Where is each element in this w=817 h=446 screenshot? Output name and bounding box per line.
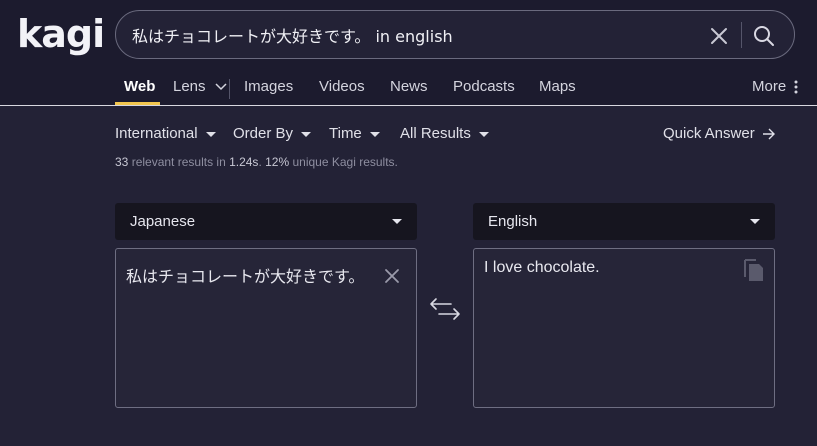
unique-pct: 12% <box>265 155 290 169</box>
filter-region[interactable]: International <box>115 125 216 142</box>
stats-relevant-text: relevant results in <box>128 155 230 169</box>
search-time: 1.24s <box>229 155 259 169</box>
tab-maps[interactable]: Maps <box>539 78 576 95</box>
filter-results[interactable]: All Results <box>400 125 489 142</box>
search-box <box>115 10 795 59</box>
chevron-down-icon <box>215 83 227 91</box>
active-tab-indicator <box>115 102 160 105</box>
caret-down-icon <box>301 131 312 137</box>
search-separator <box>741 22 742 48</box>
stats-unique-text: unique Kagi results. <box>289 155 398 169</box>
target-language-select[interactable]: English <box>473 203 775 240</box>
dropdown-arrow-icon <box>750 219 760 224</box>
search-icon[interactable] <box>752 24 776 48</box>
copy-icon[interactable] <box>742 257 766 283</box>
result-stats: 33 relevant results in 1.24s. 12% unique… <box>115 155 398 169</box>
target-text-area: I love chocolate. <box>473 248 775 408</box>
source-language-label: Japanese <box>130 213 196 230</box>
caret-down-icon <box>369 131 380 137</box>
tab-videos[interactable]: Videos <box>319 78 365 95</box>
translated-text: I love chocolate. <box>484 259 600 276</box>
tab-divider <box>229 79 230 99</box>
swap-languages-icon[interactable] <box>429 296 461 322</box>
kebab-icon <box>794 80 798 94</box>
caret-down-icon <box>478 131 489 137</box>
kagi-logo[interactable]: kagi <box>17 14 105 54</box>
quick-answer-label: Quick Answer <box>663 125 755 142</box>
tab-lens-label: Lens <box>173 78 206 95</box>
filter-time[interactable]: Time <box>329 125 380 142</box>
quick-answer-button[interactable]: Quick Answer <box>663 125 776 142</box>
header: kagi Web Lens Images Videos News Podcast… <box>0 0 817 106</box>
dropdown-arrow-icon <box>392 219 402 224</box>
source-text: 私はチョコレートが大好きです。 <box>126 267 365 286</box>
source-language-select[interactable]: Japanese <box>115 203 417 240</box>
filter-time-label: Time <box>329 125 362 142</box>
tab-images[interactable]: Images <box>244 78 293 95</box>
filter-results-label: All Results <box>400 125 471 142</box>
search-tabs: Web Lens Images Videos News Podcasts Map… <box>0 76 817 106</box>
filter-order[interactable]: Order By <box>233 125 312 142</box>
tab-podcasts[interactable]: Podcasts <box>453 78 515 95</box>
search-input[interactable] <box>132 24 692 46</box>
tab-more-label: More <box>752 78 787 95</box>
caret-down-icon <box>205 131 216 137</box>
filter-region-label: International <box>115 125 198 142</box>
tab-web[interactable]: Web <box>124 78 155 95</box>
source-text-area[interactable]: 私はチョコレートが大好きです。 <box>115 248 417 408</box>
tab-lens[interactable]: Lens <box>173 78 227 95</box>
tab-more[interactable]: More <box>752 78 799 95</box>
filter-order-label: Order By <box>233 125 294 142</box>
arrow-right-icon <box>762 128 775 140</box>
close-icon[interactable] <box>708 25 730 47</box>
tab-news[interactable]: News <box>390 78 428 95</box>
close-icon[interactable] <box>384 268 400 284</box>
target-language-label: English <box>488 213 538 230</box>
result-count: 33 <box>115 155 129 169</box>
